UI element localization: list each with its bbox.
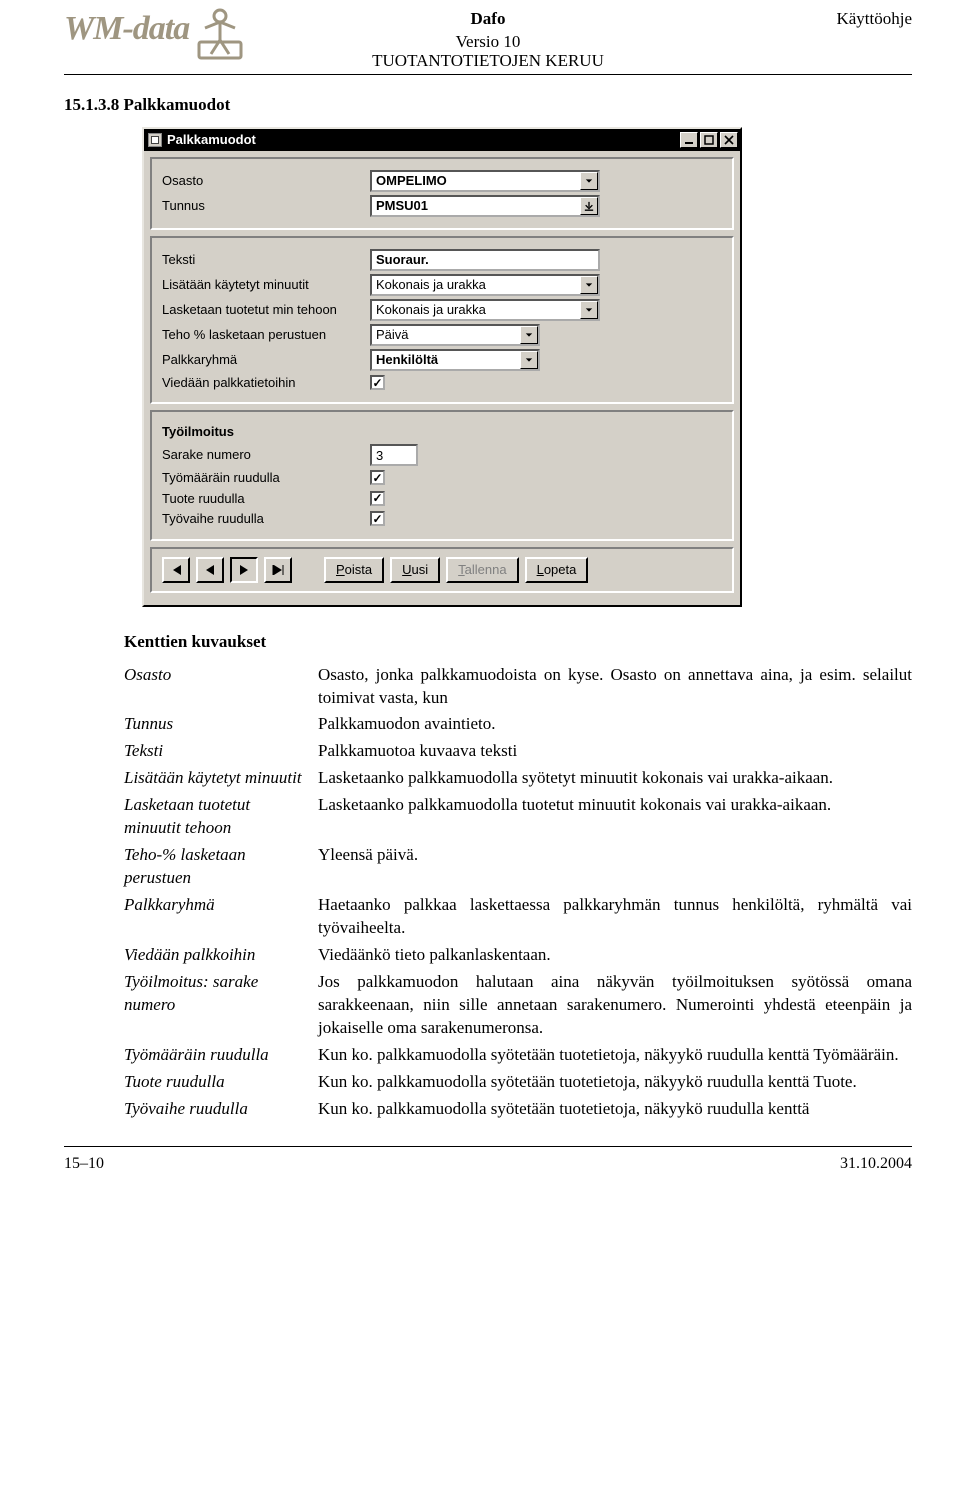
header-rule (64, 74, 912, 75)
desc-def: Haetaanko palkkaa laskettaessa palkkaryh… (318, 894, 912, 940)
tyovaihe-label: Työvaihe ruudulla (162, 510, 370, 528)
desc-term: Viedään palkkoihin (124, 944, 308, 967)
descriptions-grid: OsastoOsasto, jonka palkkamuodoista on k… (124, 664, 912, 1121)
maximize-icon (704, 135, 714, 145)
desc-def: Viedäänkö tieto palkanlaskentaan. (318, 944, 912, 967)
desc-term: Tuote ruudulla (124, 1071, 308, 1094)
footer-left: 15–10 (64, 1153, 104, 1175)
window-title: Palkkamuodot (167, 131, 256, 149)
palkkaryhma-combo[interactable] (370, 349, 540, 371)
teksti-label: Teksti (162, 251, 370, 269)
desc-def: Yleensä päivä. (318, 844, 912, 890)
palkkaryhma-label: Palkkaryhmä (162, 351, 370, 369)
teksti-input[interactable] (370, 249, 600, 271)
tallenna-button[interactable]: Tallenna (446, 557, 518, 583)
first-icon (170, 565, 182, 575)
panel-nav: Poista Uusi Tallenna Lopeta (150, 547, 734, 593)
panel-tyoilmoitus: Työilmoitus Sarake numero Työmääräin ruu… (150, 410, 734, 540)
tuote-label: Tuote ruudulla (162, 490, 370, 508)
viedaan-label: Viedään palkkatietoihin (162, 374, 370, 392)
sarake-label: Sarake numero (162, 446, 370, 464)
page-header: WM-data Dafo Versio 10 TUOTANTOTIETOJEN … (64, 6, 912, 92)
next-icon (239, 565, 249, 575)
doc-type: Käyttöohje (836, 8, 912, 31)
doc-title: Dafo (64, 8, 912, 31)
desc-term: Työilmoitus: sarake numero (124, 971, 308, 1040)
teho-combo[interactable] (370, 324, 540, 346)
desc-def: Kun ko. palkkamuodolla syötetään tuoteti… (318, 1071, 912, 1094)
desc-term: Työmääräin ruudulla (124, 1044, 308, 1067)
maximize-button[interactable] (700, 132, 718, 148)
doc-subtitle: TUOTANTOTIETOJEN KERUU (64, 50, 912, 73)
lasketaan-label: Lasketaan tuotetut min tehoon (162, 303, 370, 317)
page-footer: 15–10 31.10.2004 (64, 1146, 912, 1175)
header-center: Dafo Versio 10 TUOTANTOTIETOJEN KERUU (64, 8, 912, 73)
desc-def: Palkkamuodon avaintieto. (318, 713, 912, 736)
tuote-checkbox[interactable] (370, 491, 385, 506)
desc-term: Teho-% lasketaan perustuen (124, 844, 308, 890)
tunnus-combo[interactable] (370, 195, 600, 217)
nav-next-button[interactable] (230, 557, 258, 583)
tyomaar-label: Työmääräin ruudulla (162, 469, 370, 487)
desc-term: Palkkaryhmä (124, 894, 308, 940)
tyomaar-checkbox[interactable] (370, 470, 385, 485)
desc-term: Tunnus (124, 713, 308, 736)
sarake-input[interactable] (370, 444, 418, 466)
uusi-button[interactable]: Uusi (390, 557, 440, 583)
nav-first-button[interactable] (162, 557, 190, 583)
lopeta-button[interactable]: Lopeta (525, 557, 589, 583)
nav-prev-button[interactable] (196, 557, 224, 583)
desc-def: Kun ko. palkkamuodolla syötetään tuoteti… (318, 1098, 912, 1121)
viedaan-checkbox[interactable] (370, 375, 385, 390)
nav-last-button[interactable] (264, 557, 292, 583)
desc-def: Osasto, jonka palkkamuodoista on kyse. O… (318, 664, 912, 710)
close-button[interactable] (720, 132, 738, 148)
lisataan-combo[interactable] (370, 274, 600, 296)
dialog-window: Palkkamuodot Osasto (142, 127, 742, 607)
osasto-label: Osasto (162, 172, 370, 190)
titlebar[interactable]: Palkkamuodot (144, 129, 740, 151)
lasketaan-combo[interactable] (370, 299, 600, 321)
last-icon (272, 565, 284, 575)
desc-term: Työvaihe ruudulla (124, 1098, 308, 1121)
desc-def: Lasketaanko palkkamuodolla syötetyt minu… (318, 767, 912, 790)
desc-def: Jos palkkamuodon halutaan aina näkyvän t… (318, 971, 912, 1040)
close-icon (724, 135, 734, 145)
desc-term: Osasto (124, 664, 308, 710)
window-icon (148, 133, 162, 147)
desc-def: Kun ko. palkkamuodolla syötetään tuoteti… (318, 1044, 912, 1067)
osasto-combo[interactable] (370, 170, 600, 192)
prev-icon (205, 565, 215, 575)
descriptions-heading: Kenttien kuvaukset (124, 631, 912, 654)
desc-term: Lasketaan tuotetut minuutit tehoon (124, 794, 308, 840)
minimize-button[interactable] (680, 132, 698, 148)
desc-def: Lasketaanko palkkamuodolla tuotetut minu… (318, 794, 912, 840)
desc-def: Palkkamuotoa kuvaava teksti (318, 740, 912, 763)
lisataan-label: Lisätään käytetyt minuutit (162, 276, 370, 294)
tyoilmoitus-heading: Työilmoitus (162, 423, 370, 441)
section-heading: 15.1.3.8 Palkkamuodot (64, 94, 912, 117)
tyovaihe-checkbox[interactable] (370, 511, 385, 526)
minimize-icon (684, 135, 694, 145)
desc-term: Lisätään käytetyt minuutit (124, 767, 308, 790)
tunnus-label: Tunnus (162, 197, 370, 215)
panel-identity: Osasto Tunnus (150, 157, 734, 230)
footer-right: 31.10.2004 (840, 1153, 912, 1175)
poista-button[interactable]: Poista (324, 557, 384, 583)
teho-label: Teho % lasketaan perustuen (162, 326, 370, 344)
desc-term: Teksti (124, 740, 308, 763)
panel-settings: Teksti Lisätään käytetyt minuutit Lasket… (150, 236, 734, 405)
